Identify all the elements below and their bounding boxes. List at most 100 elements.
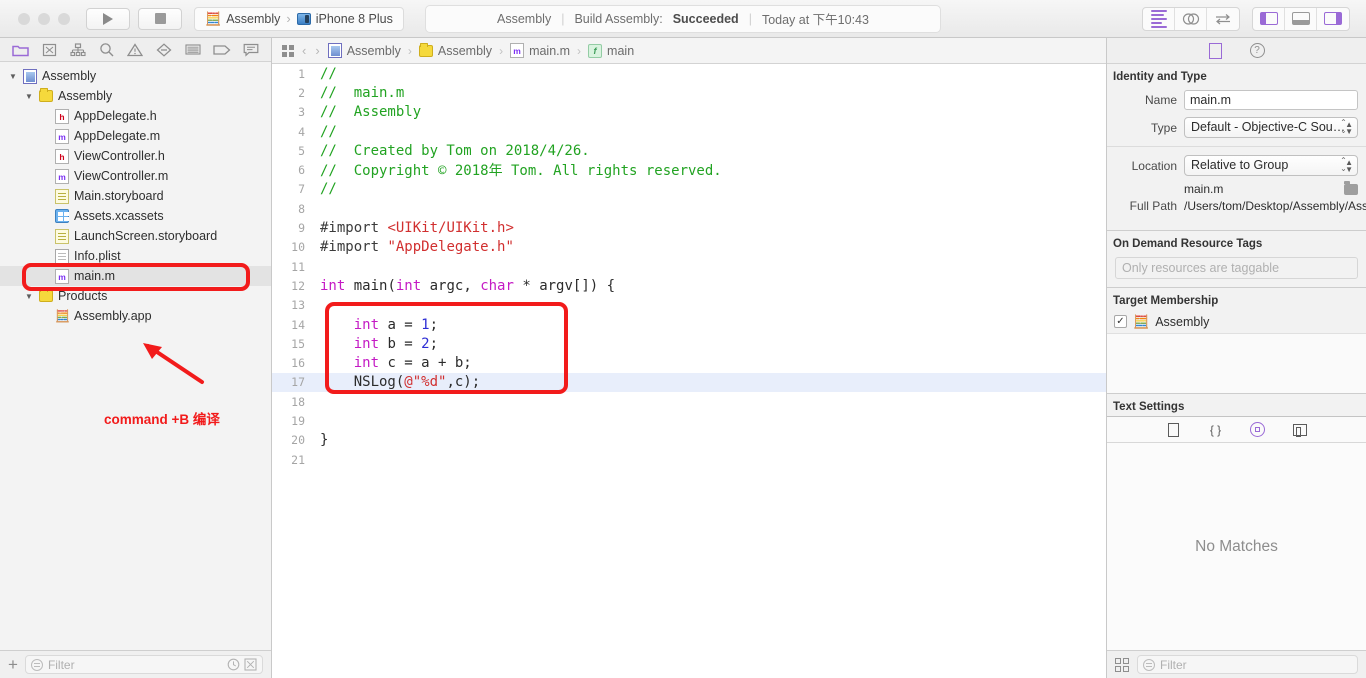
library-layout-icon[interactable] [1115,657,1129,672]
quick-help-icon[interactable]: ? [1249,43,1265,58]
navigator-filter-input[interactable]: Filter [24,655,263,674]
type-popup[interactable]: Default - Objective-C Sou… ▲ ▼ [1184,117,1358,138]
stop-button[interactable] [138,7,182,30]
code-line-15[interactable]: 15 int b = 2; [272,334,1106,353]
code-line-18[interactable]: 18 [272,392,1106,411]
issue-navigator-tab[interactable] [125,42,145,58]
find-navigator-tab[interactable] [97,42,117,58]
line-number: 12 [291,278,305,293]
recent-files-icon[interactable] [227,658,240,671]
tree-row-assembly-app[interactable]: ▼🧮Assembly.app [0,306,271,326]
report-navigator-tab[interactable] [241,42,261,58]
choose-folder-icon[interactable] [1344,180,1358,195]
symbol-navigator-tab[interactable] [68,42,88,58]
tree-row-label: Info.plist [74,249,121,263]
chevron-right-icon: › [286,11,291,26]
code-line-1[interactable]: 1 // [272,64,1106,83]
tree-row-viewcontroller-m[interactable]: ▼mViewController.m [0,166,271,186]
related-items-icon[interactable] [282,44,294,57]
assistant-editor-button[interactable] [1175,7,1207,30]
window-controls[interactable] [18,12,70,25]
target-checkbox[interactable]: ✓ [1114,315,1127,328]
debug-navigator-tab[interactable] [183,42,203,58]
tree-row-products[interactable]: ▼ Products [0,286,271,306]
object-library-tab[interactable] [1250,422,1266,438]
breakpoint-navigator-tab[interactable] [212,42,232,58]
name-row: Name main.m [1107,88,1366,112]
code-line-2[interactable]: 2 // main.m [272,83,1106,102]
code-line-6[interactable]: 6 // Copyright © 2018年 Tom. All rights re… [272,160,1106,179]
code-line-20[interactable]: 20} [272,431,1106,450]
code-line-5[interactable]: 5 // Created by Tom on 2018/4/26. [272,141,1106,160]
tree-row-main-m[interactable]: ▼mmain.m [0,266,271,286]
code-line-10[interactable]: 10 #import "AppDelegate.h" [272,238,1106,257]
code-line-21[interactable]: 21 [272,450,1106,469]
code-line-8[interactable]: 8 [272,199,1106,218]
breadcrumb-item-1[interactable]: Assembly [418,42,492,58]
back-icon[interactable]: ‹ [301,43,307,58]
tree-row-info-plist[interactable]: ▼Info.plist [0,246,271,266]
scheme-selector[interactable]: 🧮 Assembly › iPhone 8 Plus [194,6,404,31]
function-icon: f [588,43,603,58]
tree-row-assembly[interactable]: ▼ Assembly [0,86,271,106]
code-line-14[interactable]: 14 int a = 1; [272,315,1106,334]
disclosure-triangle-icon[interactable]: ▼ [24,292,34,301]
breadcrumb-item-3[interactable]: f main [588,43,634,58]
code-lines[interactable]: 1 // 2 // main.m 3 // Assembly 4 // 5 // Created … [272,64,1106,469]
run-button[interactable] [86,7,130,30]
tree-row-launchscreen-storyboard[interactable]: ▼LaunchScreen.storyboard [0,226,271,246]
minimize-button[interactable] [38,12,50,25]
breadcrumb-item-2[interactable]: m main.m [510,43,570,58]
name-field[interactable]: main.m [1184,90,1358,110]
add-file-button[interactable]: + [8,656,18,673]
disclosure-triangle-icon[interactable]: ▼ [8,72,18,81]
tree-row-viewcontroller-h[interactable]: ▼hViewController.h [0,146,271,166]
line-number: 9 [298,221,305,236]
media-library-tab[interactable] [1292,422,1308,438]
code-line-17[interactable]: 17 NSLog(@"%d",c); [272,372,1106,393]
assistant-editor-icon [1182,12,1199,25]
disclosure-triangle-icon[interactable]: ▼ [24,92,34,101]
test-navigator-tab[interactable] [154,42,174,58]
navigator-toggle-button[interactable] [1253,7,1285,30]
location-popup[interactable]: Relative to Group ▲ ▼ [1184,155,1358,176]
version-editor-button[interactable] [1207,8,1239,30]
code-line-13[interactable]: 13 [272,296,1106,315]
tree-row-main-storyboard[interactable]: ▼Main.storyboard [0,186,271,206]
source-control-navigator-tab[interactable] [39,42,59,58]
code-line-16[interactable]: 16 int c = a + b; [272,353,1106,372]
code-line-9[interactable]: 9 #import <UIKit/UIKit.h> [272,218,1106,237]
forward-icon[interactable]: › [314,43,320,58]
activity-status-bar[interactable]: Assembly | Build Assembly: Succeeded | T… [425,4,941,33]
tree-row-assets-xcassets[interactable]: ▼Assets.xcassets [0,206,271,226]
line-number: 15 [291,336,305,351]
project-navigator-tab[interactable] [10,42,30,58]
library-filter-input[interactable]: Filter [1137,655,1358,674]
tree-row-appdelegate-m[interactable]: ▼mAppDelegate.m [0,126,271,146]
code-line-11[interactable]: 11 [272,257,1106,276]
source-control-filter-icon[interactable] [244,658,257,671]
code-line-3[interactable]: 3 // Assembly [272,103,1106,122]
tree-row-assembly[interactable]: ▼ Assembly [0,66,271,86]
maximize-button[interactable] [58,12,70,25]
library-tab-bar: { } [1107,417,1366,443]
file-template-library-tab[interactable] [1166,422,1182,438]
source-editor[interactable]: 1 // 2 // main.m 3 // Assembly 4 // 5 // Created … [272,64,1106,678]
code-line-4[interactable]: 4 // [272,122,1106,141]
standard-editor-button[interactable] [1143,7,1175,30]
project-tree[interactable]: ▼Assembly▼Assembly▼hAppDelegate.h▼mAppDe… [0,62,271,650]
utilities-toggle-button[interactable] [1317,8,1349,30]
tree-row-appdelegate-h[interactable]: ▼hAppDelegate.h [0,106,271,126]
code-snippet-library-tab[interactable]: { } [1208,422,1224,438]
code-line-12[interactable]: 12 int main(int argc, char * argv[]) { [272,276,1106,295]
debug-area-toggle-button[interactable] [1285,7,1317,30]
ondemand-tags-field[interactable]: Only resources are taggable [1115,257,1358,279]
close-button[interactable] [18,12,30,25]
code-line-19[interactable]: 19 [272,411,1106,430]
main-body: ▼Assembly▼Assembly▼hAppDelegate.h▼mAppDe… [0,38,1366,678]
file-inspector-icon[interactable] [1208,42,1222,59]
target-membership-row[interactable]: ✓ 🧮 Assembly [1107,312,1366,329]
name-label: Name [1144,93,1177,107]
breadcrumb-item-0[interactable]: Assembly [327,43,401,58]
code-line-7[interactable]: 7 // [272,180,1106,199]
